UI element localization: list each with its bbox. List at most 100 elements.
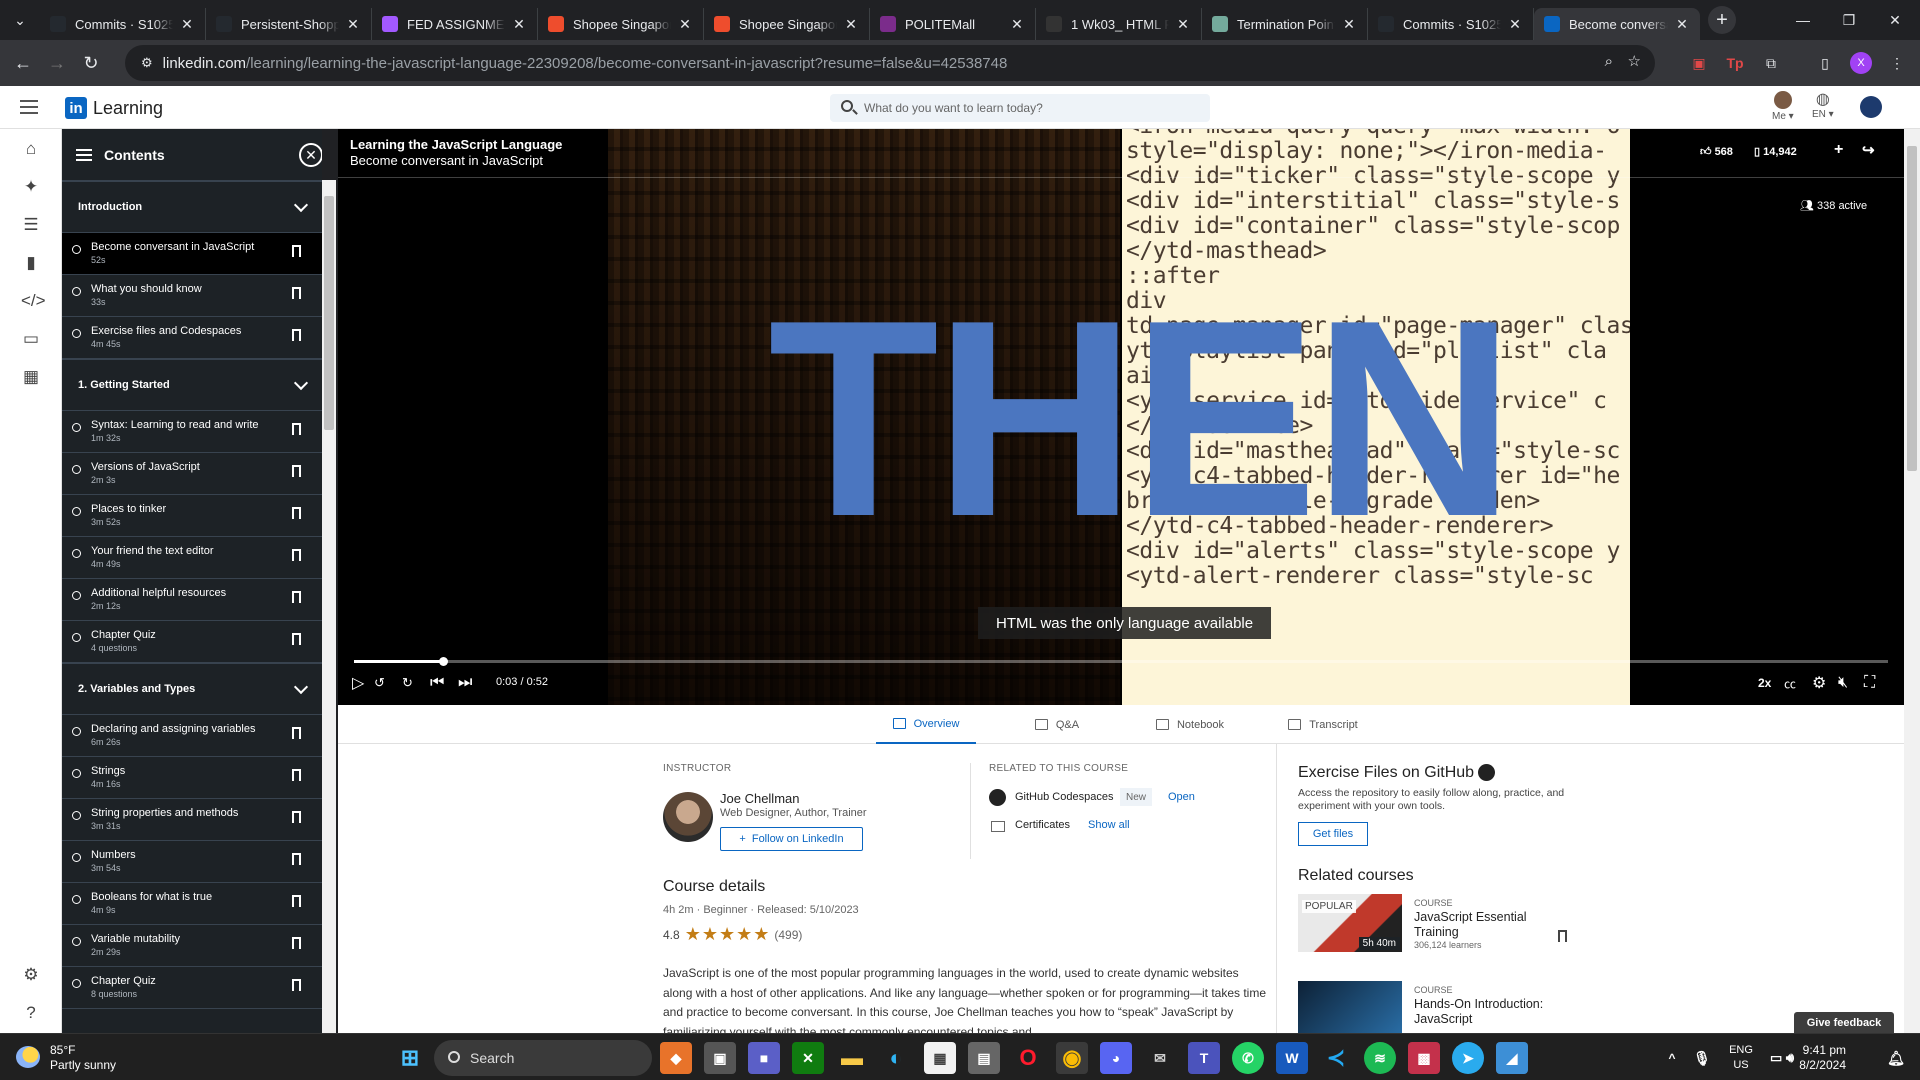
lesson-item[interactable]: Exercise files and Codespaces 4m 45s (62, 317, 322, 359)
close-tab-icon[interactable]: ✕ (1507, 16, 1523, 33)
save-button[interactable]: ▯ 14,942 (1754, 145, 1797, 158)
chevron-down-icon[interactable] (293, 375, 309, 391)
previous-icon[interactable]: ⏮ (430, 673, 444, 693)
browser-tab[interactable]: Become conversant ✕ (1534, 8, 1700, 40)
sidepanel-icon[interactable]: ▯ (1810, 48, 1840, 78)
tp-extension-icon[interactable]: Tp (1720, 48, 1750, 78)
tab-notebook[interactable]: Notebook (1140, 705, 1240, 744)
chevron-down-icon[interactable] (293, 679, 309, 695)
tray-chevron-icon[interactable]: ^ (1656, 1042, 1688, 1074)
app-icon[interactable]: ◆ (660, 1042, 692, 1074)
browser-tab[interactable]: Termination Point ✕ (1202, 8, 1368, 40)
lesson-item[interactable]: What you should know 33s (62, 275, 322, 317)
bookmark-icon[interactable] (292, 633, 301, 645)
lesson-item[interactable]: Numbers 3m 54s (62, 841, 322, 883)
help-icon[interactable]: ? (21, 1003, 41, 1023)
lesson-item[interactable]: Places to tinker 3m 52s (62, 495, 322, 537)
bookmark-icon[interactable] (292, 507, 301, 519)
linkedin-logo-icon[interactable]: in (65, 97, 87, 119)
show-all-link[interactable]: Show all (1088, 819, 1130, 831)
forward-10-icon[interactable]: ↻ (402, 673, 413, 693)
close-tab-icon[interactable]: ✕ (1009, 16, 1025, 33)
extensions-icon[interactable]: ⧉ (1756, 48, 1786, 78)
browser-tab[interactable]: FED ASSIGNMENT ✕ (372, 8, 538, 40)
course-thumbnail[interactable]: POPULAR 5h 40m (1298, 894, 1402, 952)
bookmark-icon[interactable] (292, 937, 301, 949)
like-button[interactable]: 👍︎ 568 (1700, 145, 1733, 158)
me-menu[interactable]: Me ▾ (1772, 91, 1794, 122)
captions-icon[interactable]: ㏄ (1784, 673, 1796, 693)
lesson-item[interactable]: Become conversant in JavaScript 52s (62, 233, 322, 275)
lesson-item[interactable]: Additional helpful resources 2m 12s (62, 579, 322, 621)
tab-search-icon[interactable]: ⌄ (0, 0, 40, 40)
rewind-10-icon[interactable]: ↺ (374, 673, 385, 693)
minimize-icon[interactable]: — (1780, 0, 1826, 40)
lesson-item[interactable]: Your friend the text editor 4m 49s (62, 537, 322, 579)
browser-tab[interactable]: POLITEMall ✕ (870, 8, 1036, 40)
lesson-item[interactable]: Versions of JavaScript 2m 3s (62, 453, 322, 495)
whatsapp-icon[interactable]: ✆ (1232, 1042, 1264, 1074)
speed-button[interactable]: 2x (1758, 673, 1771, 693)
instructor-name[interactable]: Joe Chellman (720, 791, 800, 806)
opera-icon[interactable]: O (1012, 1042, 1044, 1074)
app-icon-2[interactable]: ▤ (968, 1042, 1000, 1074)
organization-logo-icon[interactable] (1860, 96, 1882, 118)
close-tab-icon[interactable]: ✕ (843, 16, 859, 33)
task-view-icon[interactable]: ▣ (704, 1042, 736, 1074)
bookmark-star-icon[interactable]: ☆ (1628, 52, 1641, 70)
language-indicator[interactable]: ENG US (1725, 1043, 1757, 1073)
bookmark-icon[interactable] (1558, 930, 1567, 942)
get-files-button[interactable]: Get files (1298, 822, 1368, 846)
bookmark-icon[interactable] (292, 465, 301, 477)
video-player[interactable]: <iron-media-query query="max-width: 6sty… (338, 129, 1904, 705)
tab-qa[interactable]: Q&A (1023, 705, 1091, 744)
word-icon[interactable]: W (1276, 1042, 1308, 1074)
notifications-icon[interactable]: 🔔︎ (1880, 1042, 1912, 1074)
play-icon[interactable]: ▷ (352, 673, 364, 693)
telegram-icon[interactable]: ➤ (1452, 1042, 1484, 1074)
bookmark-icon[interactable] (292, 853, 301, 865)
bookmark-icon[interactable] (292, 591, 301, 603)
bookmark-icon[interactable] (292, 979, 301, 991)
next-icon[interactable]: ⏭ (458, 673, 472, 693)
file-explorer-icon[interactable]: ▬ (836, 1042, 868, 1074)
windows-start-icon[interactable]: ⊞ (394, 1042, 426, 1074)
fullscreen-icon[interactable]: ⛶ (1864, 673, 1875, 693)
teams-icon-2[interactable]: T (1188, 1042, 1220, 1074)
clock[interactable]: 9:41 pm 8/2/2024 (1782, 1043, 1846, 1073)
hamburger-menu-icon[interactable] (20, 100, 38, 114)
app-icon-4[interactable]: ◢ (1496, 1042, 1528, 1074)
bookmark-icon[interactable] (292, 423, 301, 435)
related-course-card[interactable]: COURSE Hands-On Introduction: JavaScript (1298, 981, 1578, 1033)
vscode-icon[interactable]: ≺ (1320, 1042, 1352, 1074)
teams-icon[interactable]: ■ (748, 1042, 780, 1074)
chapter-header[interactable]: 2. Variables and Types (62, 663, 322, 715)
settings-gear-icon[interactable]: ⚙ (21, 965, 41, 985)
lesson-item[interactable]: Booleans for what is true 4m 9s (62, 883, 322, 925)
settings-icon[interactable]: ⚙ (1812, 673, 1826, 693)
microphone-icon[interactable]: 🎙︎ (1686, 1042, 1718, 1074)
taskbar-search[interactable]: Search (434, 1040, 652, 1076)
menu-kebab-icon[interactable]: ⋮ (1882, 48, 1912, 78)
forward-icon[interactable]: → (40, 46, 74, 80)
store-icon[interactable]: ▦ (924, 1042, 956, 1074)
course-name[interactable]: Hands-On Introduction: JavaScript (1414, 997, 1574, 1027)
profile-avatar[interactable]: X (1846, 48, 1876, 78)
progress-bar[interactable] (354, 657, 1888, 666)
weather-widget[interactable]: 85°F Partly sunny (50, 1043, 116, 1073)
browser-tab[interactable]: 1 Wk03_ HTML Fo ✕ (1036, 8, 1202, 40)
restore-icon[interactable]: ❐ (1826, 0, 1872, 40)
instructor-avatar[interactable] (663, 792, 713, 842)
follow-button[interactable]: + Follow on LinkedIn (720, 827, 863, 851)
library-icon[interactable]: ▮ (21, 253, 41, 273)
notes-icon[interactable]: ▭ (21, 329, 41, 349)
lesson-item[interactable]: Chapter Quiz 4 questions (62, 621, 322, 663)
bookmark-icon[interactable] (292, 727, 301, 739)
site-info-icon[interactable]: ⚙ (141, 55, 153, 71)
language-menu[interactable]: ◍ EN ▾ (1812, 91, 1834, 120)
add-button[interactable]: + (1834, 141, 1843, 159)
contents-scrollbar-thumb[interactable] (324, 196, 334, 430)
close-tab-icon[interactable]: ✕ (511, 16, 527, 33)
browser-tab[interactable]: Persistent-Shoppi ✕ (206, 8, 372, 40)
learning-brand[interactable]: Learning (93, 98, 163, 119)
